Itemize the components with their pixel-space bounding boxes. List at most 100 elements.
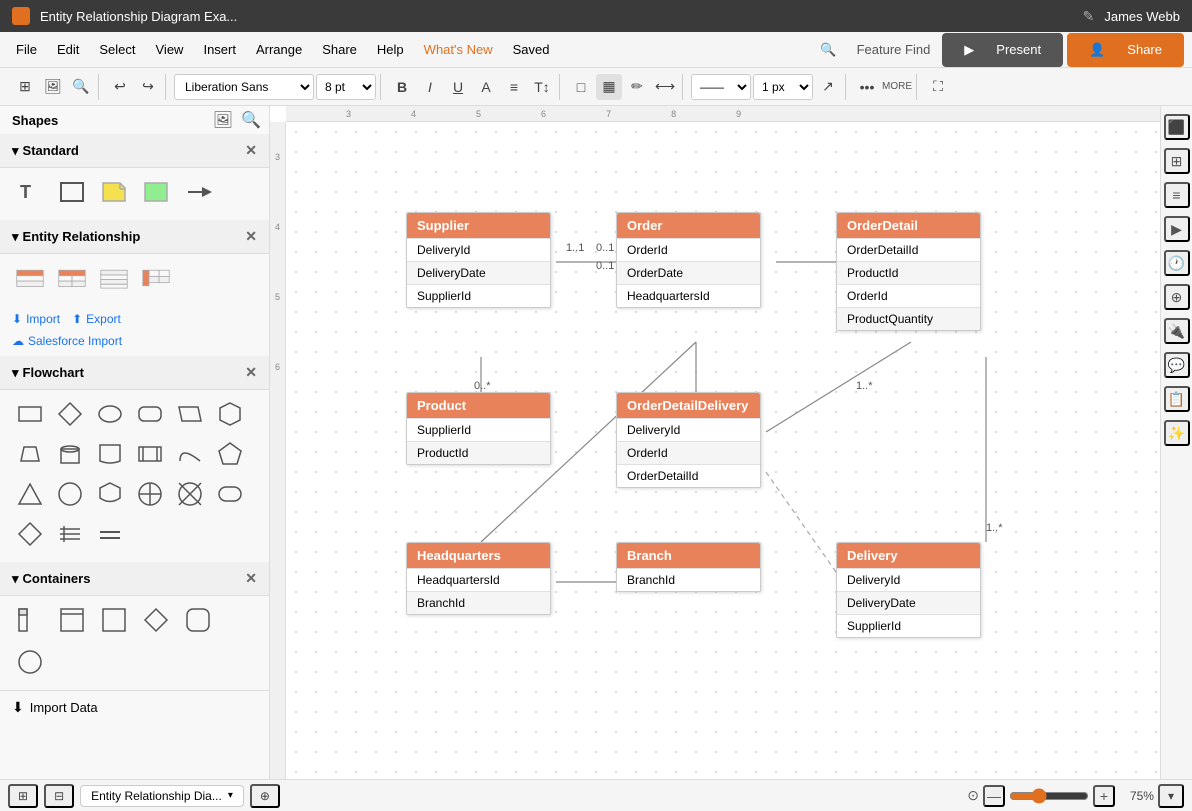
table-orderdetaildelivery[interactable]: OrderDetailDelivery DeliveryId OrderId O…: [616, 392, 761, 488]
table-delivery[interactable]: Delivery DeliveryId DeliveryDate Supplie…: [836, 542, 981, 638]
line-style-select[interactable]: ——: [691, 74, 751, 100]
er-shape-4[interactable]: [138, 260, 174, 296]
fc-triangle[interactable]: [12, 476, 48, 512]
fc-oval[interactable]: [92, 396, 128, 432]
er-section-header[interactable]: Entity Relationship ✕: [0, 220, 269, 254]
italic-button[interactable]: I: [417, 74, 443, 100]
fc-plus[interactable]: [132, 476, 168, 512]
redo-button[interactable]: ↪: [135, 74, 161, 100]
zoom-in-button[interactable]: +: [1093, 785, 1115, 807]
stack-btn[interactable]: ⊕: [1164, 284, 1190, 310]
table-branch[interactable]: Branch BranchId: [616, 542, 761, 592]
chat-btn[interactable]: 💬: [1164, 352, 1190, 378]
containers-section-header[interactable]: Containers ✕: [0, 562, 269, 596]
table-supplier[interactable]: Supplier DeliveryId DeliveryDate Supplie…: [406, 212, 551, 308]
underline-button[interactable]: U: [445, 74, 471, 100]
salesforce-button[interactable]: ☁ Salesforce Import: [12, 334, 257, 348]
align-button[interactable]: ≡: [501, 74, 527, 100]
er-shape-3[interactable]: [96, 260, 132, 296]
fc-arc[interactable]: [172, 436, 208, 472]
containers-section-close[interactable]: ✕: [245, 570, 257, 587]
search-shapes-icon[interactable]: 🔍: [241, 110, 261, 130]
er-shape-1[interactable]: [12, 260, 48, 296]
fc-circle[interactable]: [52, 476, 88, 512]
table-product[interactable]: Product SupplierId ProductId: [406, 392, 551, 465]
time-btn[interactable]: 🕐: [1164, 250, 1190, 276]
zoom-menu-button[interactable]: ▾: [1158, 784, 1184, 808]
fc-trapezoid[interactable]: [12, 436, 48, 472]
more-button[interactable]: •••: [854, 74, 880, 100]
grid-view-button[interactable]: ⊞: [8, 784, 38, 808]
present-button[interactable]: ▶ Present: [942, 33, 1063, 67]
table-order[interactable]: Order OrderId OrderDate HeadquartersId: [616, 212, 761, 308]
rectangle-shape[interactable]: [54, 174, 90, 210]
shapes-panel-toggle[interactable]: ⊞: [12, 74, 38, 100]
font-size-select[interactable]: 8 pt: [316, 74, 376, 100]
share-button[interactable]: 👤 Share: [1067, 33, 1184, 67]
fc-document[interactable]: [92, 436, 128, 472]
colored-rect-shape[interactable]: [138, 174, 174, 210]
note-shape[interactable]: [96, 174, 132, 210]
view-btn[interactable]: ▶: [1164, 216, 1190, 242]
fc-process[interactable]: [132, 436, 168, 472]
standard-section-header[interactable]: Standard ✕: [0, 134, 269, 168]
fc-rounded[interactable]: [212, 476, 248, 512]
ct-diamond[interactable]: [138, 602, 174, 638]
text-position-button[interactable]: T↕: [529, 74, 555, 100]
edit-icon[interactable]: ✎: [1083, 8, 1095, 25]
fc-rounded-rect[interactable]: [132, 396, 168, 432]
import-data-row[interactable]: ⬇ Import Data: [0, 690, 269, 724]
waypoint-button[interactable]: ↗: [815, 74, 841, 100]
search-shapes-btn[interactable]: 🔍: [68, 74, 94, 100]
line-width-select[interactable]: 1 px: [753, 74, 813, 100]
font-color-button[interactable]: A: [473, 74, 499, 100]
table-headquarters[interactable]: Headquarters HeadquartersId BranchId: [406, 542, 551, 615]
plugin-btn[interactable]: 🔌: [1164, 318, 1190, 344]
undo-button[interactable]: ↩: [107, 74, 133, 100]
ct-rect[interactable]: [96, 602, 132, 638]
zoom-slider[interactable]: [1009, 788, 1089, 804]
canvas-content[interactable]: 1..1 0..1 0..1 0..* 1..* 1..* 1..* 1..* …: [286, 122, 1160, 779]
magic-btn[interactable]: ✨: [1164, 420, 1190, 446]
menu-whats-new[interactable]: What's New: [416, 38, 501, 61]
fc-cylinder[interactable]: [52, 436, 88, 472]
line-color-button[interactable]: ✏: [624, 74, 650, 100]
font-family-select[interactable]: Liberation Sans: [174, 74, 314, 100]
menu-help[interactable]: Help: [369, 38, 412, 61]
menu-file[interactable]: File: [8, 38, 45, 61]
fc-cross[interactable]: [172, 476, 208, 512]
fc-shield[interactable]: [92, 476, 128, 512]
fc-hexagon[interactable]: [212, 396, 248, 432]
ct-rounded[interactable]: [180, 602, 216, 638]
feature-find-label[interactable]: Feature Find: [849, 38, 939, 61]
add-page-button[interactable]: ⊕: [250, 784, 280, 808]
menu-insert[interactable]: Insert: [195, 38, 244, 61]
image-insert-icon[interactable]: 🖼: [213, 110, 233, 130]
arrow-shape[interactable]: [180, 174, 216, 210]
pages-btn[interactable]: ⊞: [1164, 148, 1190, 174]
menu-share[interactable]: Share: [314, 38, 365, 61]
fc-equals[interactable]: [92, 516, 128, 552]
er-shape-2[interactable]: [54, 260, 90, 296]
ct-oval[interactable]: [12, 644, 48, 680]
fc-rect[interactable]: [12, 396, 48, 432]
fill-color-button[interactable]: ▦: [596, 74, 622, 100]
fc-diamond2[interactable]: [12, 516, 48, 552]
menu-arrange[interactable]: Arrange: [248, 38, 310, 61]
fc-list[interactable]: [52, 516, 88, 552]
bold-button[interactable]: B: [389, 74, 415, 100]
fill-style-button[interactable]: □: [568, 74, 594, 100]
format-panel-toggle[interactable]: 🖼: [40, 74, 66, 100]
ct-swimlane[interactable]: [54, 602, 90, 638]
flowchart-section-close[interactable]: ✕: [245, 364, 257, 381]
canvas-area[interactable]: 34 56 78 9 34 56: [270, 106, 1160, 779]
format-panel-btn[interactable]: ⬛: [1164, 114, 1190, 140]
list-view-button[interactable]: ⊟: [44, 784, 74, 808]
import-button[interactable]: ⬇ Import: [12, 312, 60, 326]
ct-vertical[interactable]: [12, 602, 48, 638]
fullscreen-button[interactable]: ⛶: [925, 74, 951, 100]
fc-diamond[interactable]: [52, 396, 88, 432]
menu-select[interactable]: Select: [91, 38, 143, 61]
text-shape[interactable]: T: [12, 174, 48, 210]
export-button[interactable]: ⬆ Export: [72, 312, 121, 326]
